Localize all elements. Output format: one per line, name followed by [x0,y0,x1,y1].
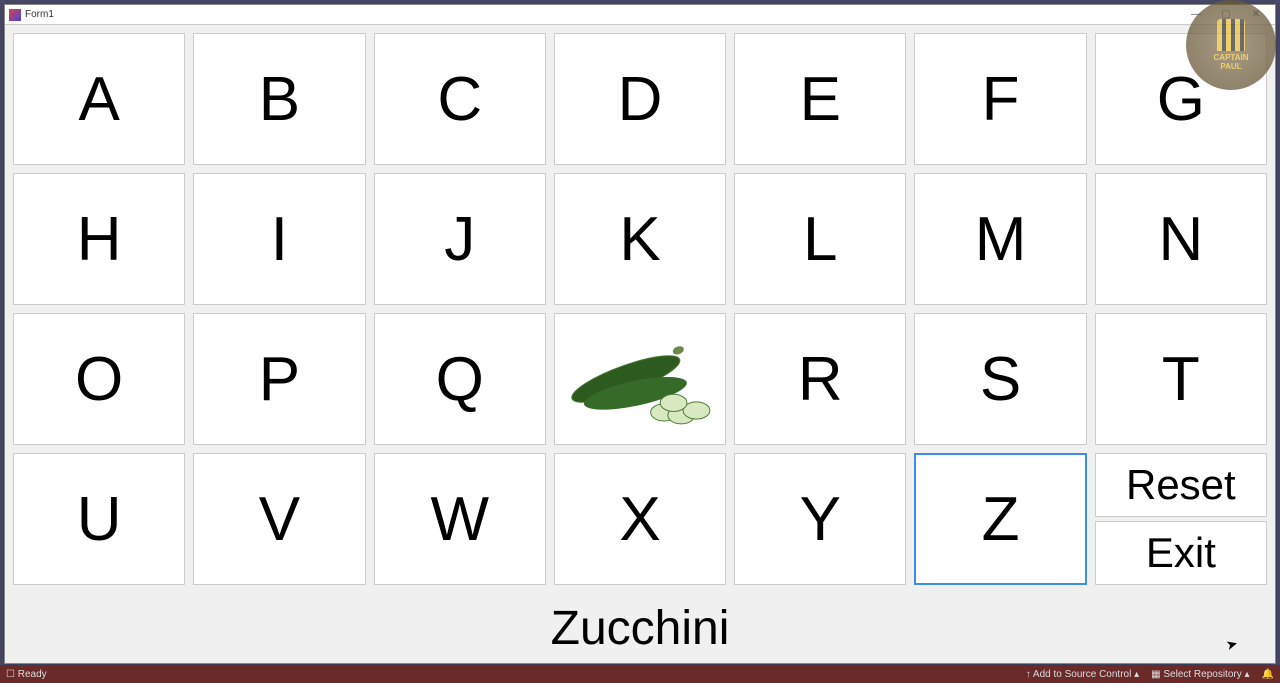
action-stack: ResetExit [1095,453,1267,585]
letter-button-X[interactable]: X [554,453,726,585]
letter-button-K[interactable]: K [554,173,726,305]
letter-button-B[interactable]: B [193,33,365,165]
zucchini-icon [559,318,721,440]
letter-button-C[interactable]: C [374,33,546,165]
letter-button-Z[interactable]: Z [914,453,1086,585]
letter-button-D[interactable]: D [554,33,726,165]
exit-button[interactable]: Exit [1095,521,1267,585]
letter-grid: ABCDEFGHIJKLMNOPQ RSTUVWXYZResetExit [13,33,1267,585]
letter-button-N[interactable]: N [1095,173,1267,305]
channel-logo: CAPTAINPAUL [1186,0,1276,90]
letter-button-Y[interactable]: Y [734,453,906,585]
letter-button-O[interactable]: O [13,313,185,445]
status-ready: ☐ Ready [6,669,47,680]
letter-button-V[interactable]: V [193,453,365,585]
titlebar: Form1 — ▢ ✕ [5,5,1275,25]
letter-button-S[interactable]: S [914,313,1086,445]
reset-button[interactable]: Reset [1095,453,1267,517]
letter-button-J[interactable]: J [374,173,546,305]
status-bell-icon[interactable]: 🔔 [1262,669,1274,680]
word-display: Zucchini [5,601,1275,656]
letter-button-R[interactable]: R [734,313,906,445]
letter-button-M[interactable]: M [914,173,1086,305]
status-repository[interactable]: ▦ Select Repository ▴ [1151,669,1249,680]
image-cell-zucchini[interactable] [554,313,726,445]
letter-button-E[interactable]: E [734,33,906,165]
letter-button-U[interactable]: U [13,453,185,585]
window-title: Form1 [25,9,54,20]
logo-stripes-icon [1217,19,1245,51]
app-window: Form1 — ▢ ✕ ABCDEFGHIJKLMNOPQ RSTUVWXYZR… [4,4,1276,664]
letter-button-T[interactable]: T [1095,313,1267,445]
letter-button-H[interactable]: H [13,173,185,305]
letter-button-Q[interactable]: Q [374,313,546,445]
letter-button-F[interactable]: F [914,33,1086,165]
app-icon [9,9,21,21]
letter-button-L[interactable]: L [734,173,906,305]
ide-statusbar: ☐ Ready ↑ Add to Source Control ▴ ▦ Sele… [0,665,1280,683]
letter-button-W[interactable]: W [374,453,546,585]
letter-button-P[interactable]: P [193,313,365,445]
letter-button-I[interactable]: I [193,173,365,305]
status-source-control[interactable]: ↑ Add to Source Control ▴ [1026,669,1139,680]
client-area: ABCDEFGHIJKLMNOPQ RSTUVWXYZResetExit Zuc… [5,25,1275,663]
letter-button-A[interactable]: A [13,33,185,165]
